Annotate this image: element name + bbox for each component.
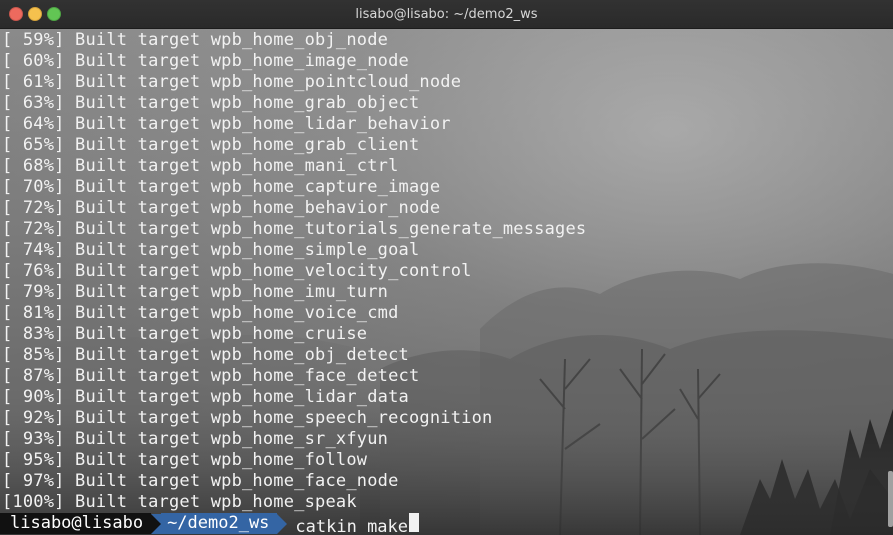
output-line: [ 83%] Built target wpb_home_cruise	[2, 324, 368, 344]
window-title: lisabo@lisabo: ~/demo2_ws	[355, 7, 538, 22]
output-line: [ 70%] Built target wpb_home_capture_ima…	[2, 177, 441, 197]
prompt-user-host: lisabo@lisabo	[0, 513, 152, 534]
output-line: [ 95%] Built target wpb_home_follow	[2, 450, 368, 470]
output-line: [ 59%] Built target wpb_home_obj_node	[2, 30, 389, 50]
output-line: [ 76%] Built target wpb_home_velocity_co…	[2, 261, 472, 281]
output-line: [ 85%] Built target wpb_home_obj_detect	[2, 345, 409, 365]
vertical-scrollbar[interactable]	[888, 471, 893, 527]
output-line: [ 81%] Built target wpb_home_voice_cmd	[2, 303, 399, 323]
output-line: [ 72%] Built target wpb_home_behavior_no…	[2, 198, 441, 218]
output-line: [ 64%] Built target wpb_home_lidar_behav…	[2, 114, 451, 134]
prompt-working-directory: ~/demo2_ws	[161, 513, 278, 534]
output-line: [ 72%] Built target wpb_home_tutorials_g…	[2, 219, 587, 239]
output-line: [ 93%] Built target wpb_home_sr_xfyun	[2, 429, 389, 449]
output-line: [ 61%] Built target wpb_home_pointcloud_…	[2, 72, 462, 92]
command-text: catkin_make	[295, 517, 409, 535]
output-line: [ 97%] Built target wpb_home_face_node	[2, 471, 399, 491]
output-line: [ 68%] Built target wpb_home_mani_ctrl	[2, 156, 399, 176]
output-line: [ 92%] Built target wpb_home_speech_reco…	[2, 408, 493, 428]
output-line: [ 90%] Built target wpb_home_lidar_data	[2, 387, 409, 407]
prompt-separator-arrow	[277, 513, 288, 534]
shell-prompt[interactable]: lisabo@lisabo ~/demo2_ws catkin_make	[0, 513, 420, 535]
command-input[interactable]: catkin_make	[287, 513, 420, 535]
output-line: [ 79%] Built target wpb_home_imu_turn	[2, 282, 389, 302]
output-line: [ 87%] Built target wpb_home_face_detect	[2, 366, 420, 386]
output-line: [ 60%] Built target wpb_home_image_node	[2, 51, 409, 71]
text-cursor	[409, 513, 420, 532]
terminal-window: lisabo@lisabo: ~/demo2_ws [ 59%] Built t…	[0, 0, 893, 535]
output-line: [ 74%] Built target wpb_home_simple_goal	[2, 240, 420, 260]
output-line: [100%] Built target wpb_home_speak	[2, 492, 357, 512]
prompt-separator-arrow	[151, 513, 162, 534]
output-line: [ 65%] Built target wpb_home_grab_client	[2, 135, 420, 155]
terminal-area[interactable]: [ 59%] Built target wpb_home_obj_node[ 6…	[0, 29, 893, 535]
terminal-output: [ 59%] Built target wpb_home_obj_node[ 6…	[2, 30, 586, 513]
output-line: [ 63%] Built target wpb_home_grab_object	[2, 93, 420, 113]
title-bar[interactable]: lisabo@lisabo: ~/demo2_ws	[0, 0, 893, 29]
